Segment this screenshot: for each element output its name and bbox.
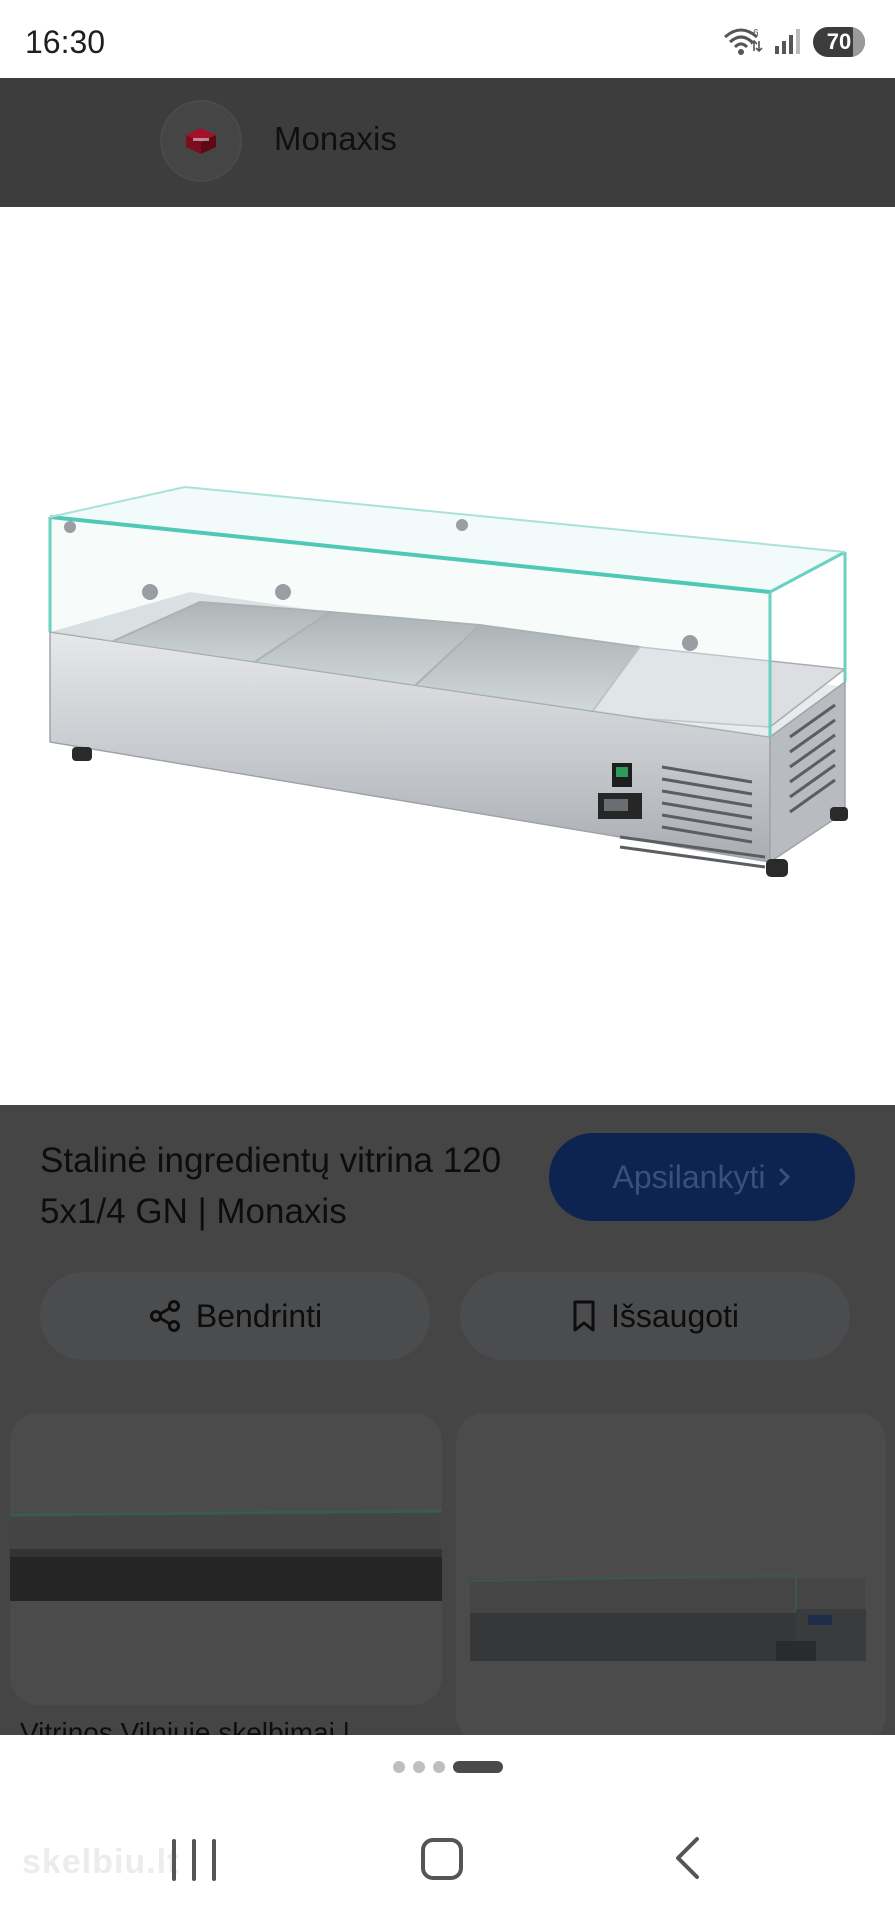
- watermark: skelbiu.lt: [22, 1843, 180, 1881]
- site-header: Monaxis: [0, 78, 895, 207]
- page-dot[interactable]: [392, 1761, 405, 1773]
- site-name[interactable]: Monaxis: [274, 120, 397, 158]
- page-dot[interactable]: [412, 1761, 425, 1773]
- product-info-panel: Stalinė ingredientų vitrina 120 5x1/4 GN…: [0, 1105, 895, 1735]
- save-button[interactable]: Išsaugoti: [460, 1272, 850, 1360]
- site-logo[interactable]: [160, 100, 242, 182]
- wifi-icon: 6: [724, 28, 763, 55]
- chevron-right-icon: [779, 1167, 791, 1187]
- page-dot-active[interactable]: [452, 1761, 503, 1773]
- bottom-sheet: skelbiu.lt: [0, 1735, 895, 1920]
- share-label: Bendrinti: [195, 1297, 323, 1334]
- related-card[interactable]: [456, 1413, 886, 1735]
- recent-apps-button[interactable]: [172, 1839, 216, 1881]
- save-label: Išsaugoti: [610, 1297, 740, 1334]
- related-image: [10, 1509, 442, 1601]
- product-title: Stalinė ingredientų vitrina 120 5x1/4 GN…: [40, 1141, 502, 1231]
- home-button[interactable]: [421, 1838, 463, 1880]
- status-bar: 16:30 6 70: [0, 0, 895, 78]
- page-dot[interactable]: [432, 1761, 445, 1773]
- share-icon: [149, 1300, 180, 1332]
- status-icons: 6 70: [723, 26, 865, 58]
- battery-indicator: 70: [813, 27, 865, 57]
- wifi-badge: 6: [753, 28, 759, 39]
- cube-logo-icon: [186, 128, 216, 154]
- visit-button[interactable]: Apsilankyti: [549, 1133, 855, 1221]
- visit-label: Apsilankyti: [612, 1158, 766, 1195]
- related-image: [469, 1574, 866, 1661]
- signal-icon: [775, 29, 800, 54]
- related-card[interactable]: [10, 1413, 442, 1705]
- share-button[interactable]: Bendrinti: [40, 1272, 430, 1360]
- status-time: 16:30: [25, 24, 106, 60]
- page-indicator: [0, 1761, 895, 1773]
- battery-level: 70: [826, 29, 852, 54]
- product-image[interactable]: [0, 207, 895, 1105]
- bookmark-icon: [573, 1300, 595, 1332]
- back-button[interactable]: [672, 1835, 702, 1881]
- related-caption[interactable]: Vitrinos Vilniuje skelbimai |: [20, 1717, 350, 1735]
